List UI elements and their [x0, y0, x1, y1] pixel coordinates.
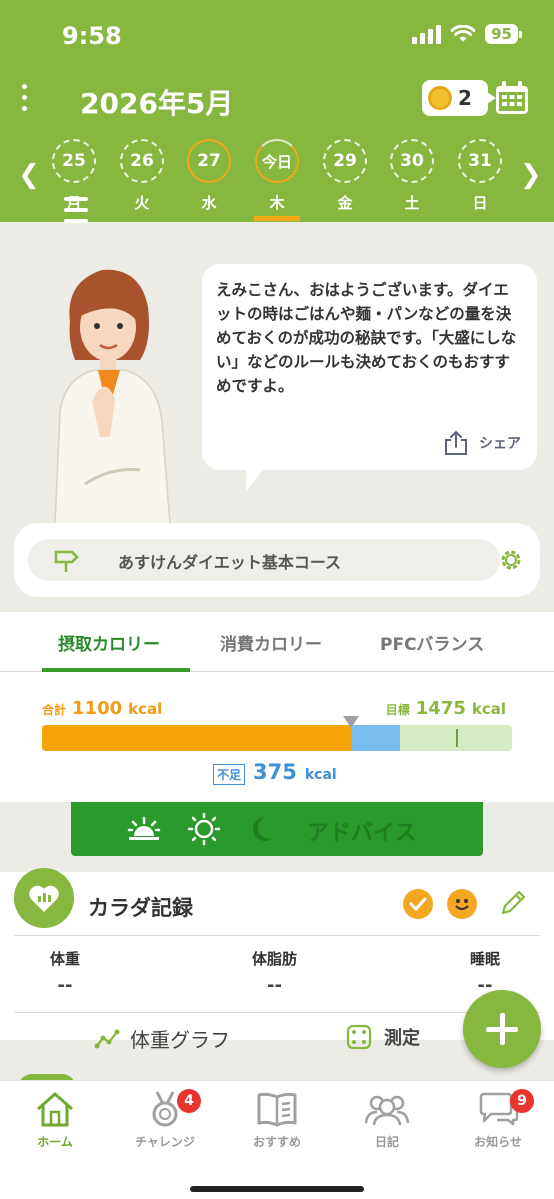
book-icon: [257, 1092, 297, 1127]
tab-notifications[interactable]: 9 お知らせ: [448, 1087, 548, 1150]
advisor-illustration: [54, 269, 171, 524]
day-item[interactable]: 27 水: [185, 139, 233, 213]
divider: [14, 1012, 540, 1013]
measure-button[interactable]: 測定: [346, 1024, 420, 1050]
tab-intake[interactable]: 摂取カロリー: [58, 630, 160, 655]
wifi-icon: [451, 25, 476, 42]
chevron-right-icon[interactable]: ❯: [520, 160, 542, 190]
tab-diary[interactable]: 日記: [337, 1087, 437, 1150]
metric-body-fat[interactable]: 体脂肪 --: [252, 948, 297, 996]
medal-icon: [152, 1091, 178, 1127]
notification-badge: 4: [177, 1089, 201, 1113]
goal-calories: 目標 1475 kcal: [385, 698, 506, 719]
notification-badge: 9: [510, 1089, 534, 1113]
add-record-button[interactable]: [463, 990, 541, 1068]
battery-indicator: 95: [485, 24, 522, 44]
menu-button[interactable]: [22, 84, 88, 223]
advisor-message: えみこさん、おはようございます。ダイエットの時はごはんや麺・パンなどの量を決めて…: [216, 281, 517, 395]
scale-icon: [346, 1024, 372, 1050]
course-card: あすけんダイエット基本コース: [14, 523, 540, 597]
chevron-left-icon[interactable]: ❮: [18, 160, 40, 190]
day-item[interactable]: 31 日: [456, 139, 504, 213]
course-button[interactable]: あすけんダイエット基本コース: [28, 539, 500, 581]
divider: [14, 935, 540, 936]
intake-fill: [42, 725, 351, 751]
pencil-icon[interactable]: [498, 888, 528, 918]
signal-icon: [412, 24, 442, 44]
tab-pfc[interactable]: PFCバランス: [380, 630, 484, 655]
status-icons: 95: [412, 24, 522, 44]
day-item[interactable]: 30 土: [388, 139, 436, 213]
goal-marker: [456, 729, 458, 747]
total-calories: 合計 1100 kcal: [42, 698, 163, 719]
check-icon[interactable]: [403, 889, 433, 919]
tab-burned[interactable]: 消費カロリー: [220, 630, 322, 655]
share-icon: [445, 430, 467, 455]
week-strip: 25 月 26 火 27 水 今日 木 29 金 30 土 31 日: [50, 139, 510, 222]
shortage: 不足 375 kcal: [213, 760, 337, 785]
share-button[interactable]: シェア: [443, 430, 521, 456]
badge-count: 2: [458, 86, 472, 110]
active-tab-indicator: [42, 668, 190, 672]
moon-icon: [253, 817, 273, 841]
smile-icon[interactable]: [447, 889, 477, 919]
weight-graph-button[interactable]: 体重グラフ: [94, 1024, 230, 1053]
tab-bar: ホーム 4 チャレンジ おすすめ 日記 9 お知らせ: [0, 1080, 554, 1199]
shortage-fill: [351, 725, 400, 751]
course-name: あすけんダイエット基本コース: [118, 553, 342, 572]
sun-icon: [187, 812, 221, 846]
status-time: 9:58: [62, 22, 122, 50]
metric-weight[interactable]: 体重 --: [50, 948, 80, 996]
day-item[interactable]: 26 火: [118, 139, 166, 213]
medal-icon: [428, 86, 452, 110]
body-record-title: カラダ記録: [88, 896, 193, 920]
home-indicator: [190, 1186, 364, 1192]
day-item-today[interactable]: 今日 木: [253, 139, 301, 213]
advice-button[interactable]: アドバイス: [71, 802, 483, 856]
day-item[interactable]: 25 月: [50, 139, 98, 213]
badge-button[interactable]: 2: [422, 80, 496, 116]
today-indicator: [254, 216, 300, 221]
tab-challenge[interactable]: 4 チャレンジ: [115, 1087, 215, 1150]
calorie-progress-bar: [42, 725, 512, 751]
home-icon: [37, 1092, 73, 1127]
gear-icon[interactable]: [498, 547, 524, 573]
calorie-tabs: 摂取カロリー 消費カロリー PFCバランス: [0, 612, 554, 672]
current-pointer-icon: [343, 716, 359, 728]
people-icon: [364, 1095, 410, 1126]
sunrise-icon: [127, 816, 161, 840]
advisor-bubble: えみこさん、おはようございます。ダイエットの時はごはんや麺・パンなどの量を決めて…: [202, 264, 537, 492]
calendar-icon[interactable]: [494, 80, 530, 116]
header: 9:58 95 2026年5月 2 ❮ ❯ 25 月 26 火 27 水 今日 …: [0, 0, 554, 223]
day-item[interactable]: 29 金: [321, 139, 369, 213]
metric-sleep[interactable]: 睡眠 --: [470, 948, 500, 996]
calorie-card: 摂取カロリー 消費カロリー PFCバランス 合計 1100 kcal 目標 14…: [0, 612, 554, 802]
signpost-icon: [54, 550, 79, 572]
advice-label: アドバイス: [307, 821, 417, 846]
heart-chart-icon: [14, 868, 74, 928]
tab-recommend[interactable]: おすすめ: [227, 1087, 327, 1150]
tab-home[interactable]: ホーム: [5, 1087, 105, 1150]
page-title: 2026年5月: [80, 87, 234, 120]
line-chart-icon: [94, 1029, 120, 1048]
